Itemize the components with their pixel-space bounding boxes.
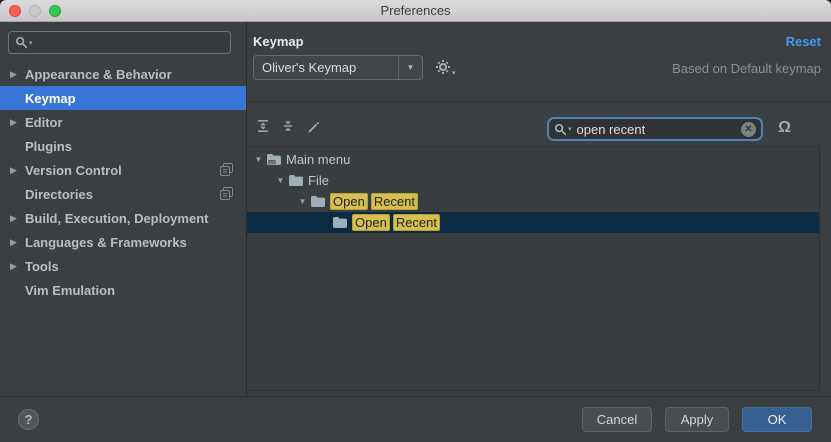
- based-on-label: Based on Default keymap: [672, 61, 821, 76]
- settings-sidebar: ▾ ▶Appearance & BehaviorKeymap▶EditorPlu…: [0, 22, 247, 396]
- settings-search-input[interactable]: [36, 35, 224, 50]
- sidebar-item-plugins[interactable]: Plugins: [0, 134, 246, 158]
- search-match-highlight: Recent: [371, 193, 418, 210]
- collapse-all-button[interactable]: [280, 118, 296, 134]
- edit-shortcut-pencil-icon[interactable]: [305, 118, 321, 134]
- gear-icon[interactable]: ▾: [435, 59, 456, 77]
- sidebar-item-label: Plugins: [19, 139, 72, 154]
- tree-node-label: Main menu: [284, 152, 350, 167]
- settings-search-field[interactable]: ▾: [8, 31, 231, 54]
- titlebar: Preferences: [0, 0, 831, 22]
- keymap-select[interactable]: Oliver's Keymap ▼: [253, 55, 423, 80]
- search-match-highlight: Recent: [393, 214, 440, 231]
- dialog-footer: ? Cancel Apply OK: [0, 396, 831, 442]
- sidebar-item-appearance-behavior[interactable]: ▶Appearance & Behavior: [0, 62, 246, 86]
- sidebar-item-label: Tools: [19, 259, 59, 274]
- tree-row[interactable]: ▼ File: [247, 170, 819, 191]
- sidebar-item-label: Keymap: [19, 91, 76, 106]
- sidebar-item-directories[interactable]: Directories: [0, 182, 246, 206]
- folder-icon: [310, 195, 328, 208]
- chevron-right-icon[interactable]: ▶: [0, 69, 19, 80]
- search-options-arrow-icon: ▾: [568, 125, 572, 133]
- main-area: ▾ ▶Appearance & BehaviorKeymap▶EditorPlu…: [0, 22, 831, 396]
- tree-row[interactable]: OpenRecent: [247, 212, 819, 233]
- search-icon: ▾: [554, 123, 572, 136]
- minimize-window-button[interactable]: [29, 5, 41, 17]
- settings-categories-list: ▶Appearance & BehaviorKeymap▶EditorPlugi…: [0, 62, 246, 302]
- sidebar-item-build-execution-deployment[interactable]: ▶Build, Execution, Deployment: [0, 206, 246, 230]
- chevron-right-icon[interactable]: ▶: [0, 165, 19, 176]
- find-actions-by-shortcut-button[interactable]: Ω: [778, 119, 791, 137]
- tree-expanded-arrow-icon[interactable]: ▼: [251, 155, 266, 164]
- keymap-tree: ▼Main menu▼File▼OpenRecentOpenRecent: [247, 146, 820, 391]
- folder-icon: [288, 174, 306, 187]
- sidebar-item-label: Version Control: [19, 163, 122, 178]
- search-match-highlight: Open: [330, 193, 368, 210]
- sidebar-item-label: Appearance & Behavior: [19, 67, 172, 82]
- chevron-right-icon[interactable]: ▶: [0, 237, 19, 248]
- tree-node-label: OpenRecent: [350, 214, 440, 231]
- project-settings-icon: [220, 163, 233, 181]
- gear-dropdown-arrow-icon: ▾: [452, 69, 456, 77]
- search-options-arrow-icon: ▾: [29, 39, 33, 47]
- folder-icon: [332, 216, 350, 229]
- preferences-window: Preferences ▾ ▶Appearance & BehaviorKeym…: [0, 0, 831, 442]
- clear-search-icon[interactable]: ✕: [741, 122, 756, 137]
- traffic-lights: [9, 0, 61, 22]
- ok-button[interactable]: OK: [742, 407, 812, 432]
- search-icon: ▾: [15, 36, 33, 49]
- dialog-buttons: Cancel Apply OK: [582, 407, 812, 432]
- apply-button[interactable]: Apply: [665, 407, 729, 432]
- window-title: Preferences: [380, 3, 450, 18]
- zoom-window-button[interactable]: [49, 5, 61, 17]
- action-search-field[interactable]: ▾ ✕: [547, 117, 763, 141]
- tree-row[interactable]: ▼ OpenRecent: [247, 191, 819, 212]
- tree-expanded-arrow-icon[interactable]: ▼: [273, 176, 288, 185]
- action-search-input[interactable]: [575, 122, 741, 137]
- sidebar-item-editor[interactable]: ▶Editor: [0, 110, 246, 134]
- keymap-panel: Keymap Reset Oliver's Keymap ▼ ▾ Based o…: [247, 22, 831, 396]
- sidebar-item-tools[interactable]: ▶Tools: [0, 254, 246, 278]
- sidebar-item-vim-emulation[interactable]: Vim Emulation: [0, 278, 246, 302]
- sidebar-item-label: Languages & Frameworks: [19, 235, 187, 250]
- help-button[interactable]: ?: [18, 409, 39, 430]
- sidebar-item-label: Editor: [19, 115, 63, 130]
- chevron-right-icon[interactable]: ▶: [0, 261, 19, 272]
- keymap-select-value: Oliver's Keymap: [254, 60, 398, 75]
- main-menu-folder-icon: [266, 153, 284, 166]
- tree-toolbar: [255, 118, 321, 134]
- page-title: Keymap: [253, 34, 304, 49]
- project-settings-icon: [220, 187, 233, 205]
- tree-expanded-arrow-icon[interactable]: ▼: [295, 197, 310, 206]
- sidebar-item-label: Vim Emulation: [19, 283, 115, 298]
- chevron-right-icon[interactable]: ▶: [0, 213, 19, 224]
- sidebar-item-languages-frameworks[interactable]: ▶Languages & Frameworks: [0, 230, 246, 254]
- tree-node-label: File: [306, 173, 329, 188]
- header-separator: [247, 101, 831, 102]
- sidebar-item-label: Directories: [19, 187, 93, 202]
- tree-row[interactable]: ▼ Main menu: [247, 149, 819, 170]
- sidebar-item-keymap[interactable]: Keymap: [0, 86, 246, 110]
- sidebar-item-version-control[interactable]: ▶Version Control: [0, 158, 246, 182]
- tree-node-label: OpenRecent: [328, 193, 418, 210]
- chevron-down-icon: ▼: [398, 56, 422, 79]
- close-window-button[interactable]: [9, 5, 21, 17]
- expand-all-button[interactable]: [255, 118, 271, 134]
- search-match-highlight: Open: [352, 214, 390, 231]
- chevron-right-icon[interactable]: ▶: [0, 117, 19, 128]
- sidebar-item-label: Build, Execution, Deployment: [19, 211, 208, 226]
- reset-link[interactable]: Reset: [786, 34, 821, 49]
- cancel-button[interactable]: Cancel: [582, 407, 652, 432]
